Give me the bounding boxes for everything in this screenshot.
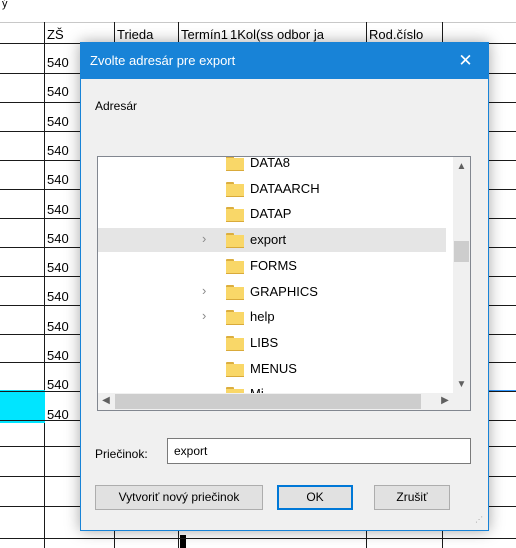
column-resize-handle (180, 535, 186, 548)
dialog-titlebar[interactable]: Zvolte adresár pre export ✕ (81, 43, 488, 79)
column-header-zs[interactable]: ZŠ (47, 27, 111, 43)
table-cell[interactable]: 540 (47, 82, 77, 102)
column-header-termin1[interactable]: Termín1 (181, 27, 229, 43)
table-cell[interactable]: 540 (47, 287, 77, 307)
horizontal-scrollbar[interactable]: ◀ ▶ (98, 393, 453, 410)
directory-label: Adresár (95, 99, 138, 113)
table-cell[interactable]: 540 (47, 141, 77, 161)
column-header-1kol[interactable]: 1Kol(ss odbor ja (230, 27, 366, 43)
folder-icon (226, 181, 244, 197)
folder-icon (226, 258, 244, 274)
folder-name: MENUS (250, 360, 297, 376)
folder-name: FORMS (250, 257, 297, 273)
table-cell[interactable]: 540 (47, 53, 77, 73)
folder-item-menus[interactable]: MENUS (98, 357, 446, 381)
resize-grip-icon[interactable]: ⋰ (475, 516, 485, 527)
folder-item-libs[interactable]: LIBS (98, 331, 446, 355)
folder-item-help[interactable]: › help (98, 305, 446, 329)
cancel-button[interactable]: Zrušiť (374, 485, 450, 510)
ok-button[interactable]: OK (277, 485, 353, 510)
table-cell[interactable]: 540 (47, 200, 77, 220)
table-cell[interactable]: 540 (47, 258, 77, 278)
folder-icon (226, 284, 244, 300)
selected-row-marker (0, 390, 45, 423)
folder-item-graphics[interactable]: › GRAPHICS (98, 280, 446, 304)
folder-name: DATA8 (250, 156, 290, 170)
folder-item-forms[interactable]: FORMS (98, 254, 446, 278)
folder-name: GRAPHICS (250, 283, 318, 299)
folder-label: Priečinok: (95, 447, 148, 461)
column-header-rod-cislo[interactable]: Rod.číslo (369, 27, 441, 43)
folder-name: DATAARCH (250, 180, 320, 196)
folder-icon (226, 310, 244, 326)
chevron-right-icon[interactable]: › (202, 232, 212, 246)
folder-name: export (250, 232, 287, 248)
scroll-down-icon[interactable]: ▼ (453, 379, 470, 391)
vertical-scroll-thumb[interactable] (454, 241, 469, 262)
table-cell[interactable]: 540 (47, 112, 77, 132)
table-cell[interactable]: 540 (47, 346, 77, 366)
folder-item-datap[interactable]: DATAP (98, 202, 446, 226)
corner-mark: ý (2, 0, 8, 10)
folder-item-dataarch[interactable]: DATAARCH (98, 177, 446, 201)
folder-icon (226, 335, 244, 351)
folder-name: LIBS (250, 334, 279, 350)
export-directory-dialog: Zvolte adresár pre export ✕ Adresár DATA… (80, 42, 489, 531)
table-cell[interactable]: 540 (47, 170, 77, 190)
new-folder-button[interactable]: Vytvoriť nový priečinok (95, 485, 263, 510)
folder-icon (226, 157, 244, 171)
scroll-right-icon[interactable]: ▶ (439, 395, 451, 407)
close-icon[interactable]: ✕ (443, 43, 488, 79)
dialog-title: Zvolte adresár pre export (90, 53, 236, 68)
column-header-trieda[interactable]: Trieda (117, 27, 177, 43)
table-cell[interactable]: 540 (47, 229, 77, 249)
table-cell[interactable]: 540 (47, 405, 77, 425)
vertical-scrollbar[interactable]: ▲ ▼ (453, 157, 470, 393)
chevron-right-icon[interactable]: › (202, 283, 212, 298)
folder-icon (226, 233, 244, 249)
table-cell[interactable]: 540 (47, 375, 77, 395)
folder-item-data8[interactable]: DATA8 (98, 156, 446, 175)
folder-item-export[interactable]: › export (98, 228, 446, 253)
horizontal-scroll-thumb[interactable] (115, 394, 421, 409)
scroll-corner (453, 393, 470, 410)
folder-icon (226, 207, 244, 223)
folder-tree[interactable]: DATA8 DATAARCH DATAP › export FORMS › GRAPHICS ›… (97, 156, 471, 411)
scroll-up-icon[interactable]: ▲ (453, 161, 470, 173)
folder-name: DATAP (250, 206, 292, 222)
folder-name: help (250, 309, 275, 325)
folder-icon (226, 361, 244, 377)
row-divider (0, 538, 516, 539)
scroll-left-icon[interactable]: ◀ (100, 395, 112, 407)
folder-name-input[interactable] (167, 438, 471, 464)
table-cell[interactable]: 540 (47, 317, 77, 337)
chevron-right-icon[interactable]: › (202, 309, 212, 323)
